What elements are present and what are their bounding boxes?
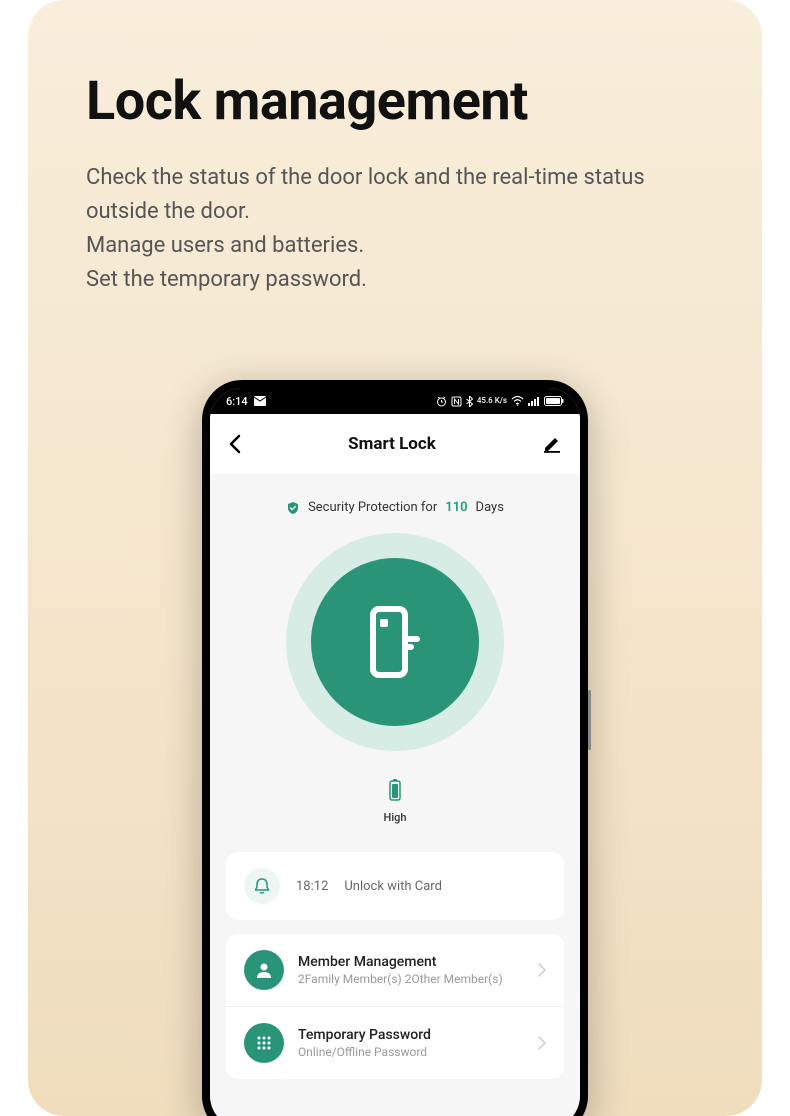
mail-icon (254, 396, 266, 406)
security-prefix: Security Protection for (308, 500, 437, 515)
shield-icon (286, 501, 300, 515)
recent-event-card[interactable]: 18:12 Unlock with Card (226, 852, 564, 920)
menu-item-title: Member Management (298, 954, 524, 970)
chevron-right-icon (538, 1036, 546, 1050)
menu-item-temporary-password[interactable]: Temporary Password Online/Offline Passwo… (226, 1007, 564, 1079)
alarm-icon (436, 396, 447, 407)
nfc-icon (451, 396, 462, 407)
battery-status-icon (544, 396, 564, 406)
keypad-icon-wrap (244, 1023, 284, 1063)
hero-desc-line: Manage users and batteries. (86, 229, 646, 263)
bluetooth-icon (466, 396, 473, 407)
menu-list: Member Management 2Family Member(s) 2Oth… (226, 934, 564, 1079)
event-time: 18:12 (296, 879, 328, 894)
phone-screen: 6:14 45.6 K/s (210, 388, 580, 1116)
menu-item-member-management[interactable]: Member Management 2Family Member(s) 2Oth… (226, 934, 564, 1007)
status-bar: 6:14 45.6 K/s (210, 388, 580, 414)
hero-desc-line: Check the status of the door lock and th… (86, 161, 646, 229)
lock-circle-inner (311, 558, 479, 726)
keypad-icon (254, 1033, 274, 1053)
status-speed: 45.6 K/s (477, 397, 507, 405)
appbar-title: Smart Lock (348, 434, 436, 454)
hero-desc-line: Set the temporary password. (86, 263, 646, 297)
screen-content: Security Protection for 110 Days (210, 474, 580, 1079)
person-icon (254, 960, 274, 980)
person-icon-wrap (244, 950, 284, 990)
phone-mockup: 6:14 45.6 K/s (202, 380, 588, 1116)
phone-frame: 6:14 45.6 K/s (202, 380, 588, 1116)
hero-description: Check the status of the door lock and th… (86, 161, 646, 297)
security-suffix: Days (476, 500, 504, 515)
wifi-icon (511, 396, 524, 406)
chevron-left-icon (228, 434, 242, 454)
edit-button[interactable] (542, 434, 562, 454)
menu-item-subtitle: 2Family Member(s) 2Other Member(s) (298, 972, 524, 986)
pencil-icon (542, 434, 562, 454)
battery-level-label: High (384, 811, 407, 824)
promo-card: Lock management Check the status of the … (28, 0, 762, 1116)
event-text: Unlock with Card (344, 879, 442, 894)
app-bar: Smart Lock (210, 414, 580, 474)
signal-icon (528, 396, 540, 406)
menu-item-subtitle: Online/Offline Password (298, 1045, 524, 1059)
hero-title: Lock management (86, 70, 704, 133)
battery-icon (389, 779, 401, 801)
security-days: 110 (445, 500, 467, 515)
phone-side-button (588, 690, 591, 750)
door-lock-icon (365, 603, 425, 681)
back-button[interactable] (228, 434, 242, 454)
chevron-right-icon (538, 963, 546, 977)
bell-icon-wrap (244, 868, 280, 904)
menu-item-title: Temporary Password (298, 1027, 524, 1043)
lock-button[interactable] (286, 533, 504, 751)
status-time: 6:14 (226, 395, 248, 408)
battery-status: High (226, 779, 564, 824)
bell-icon (253, 877, 271, 895)
security-status: Security Protection for 110 Days (226, 500, 564, 515)
